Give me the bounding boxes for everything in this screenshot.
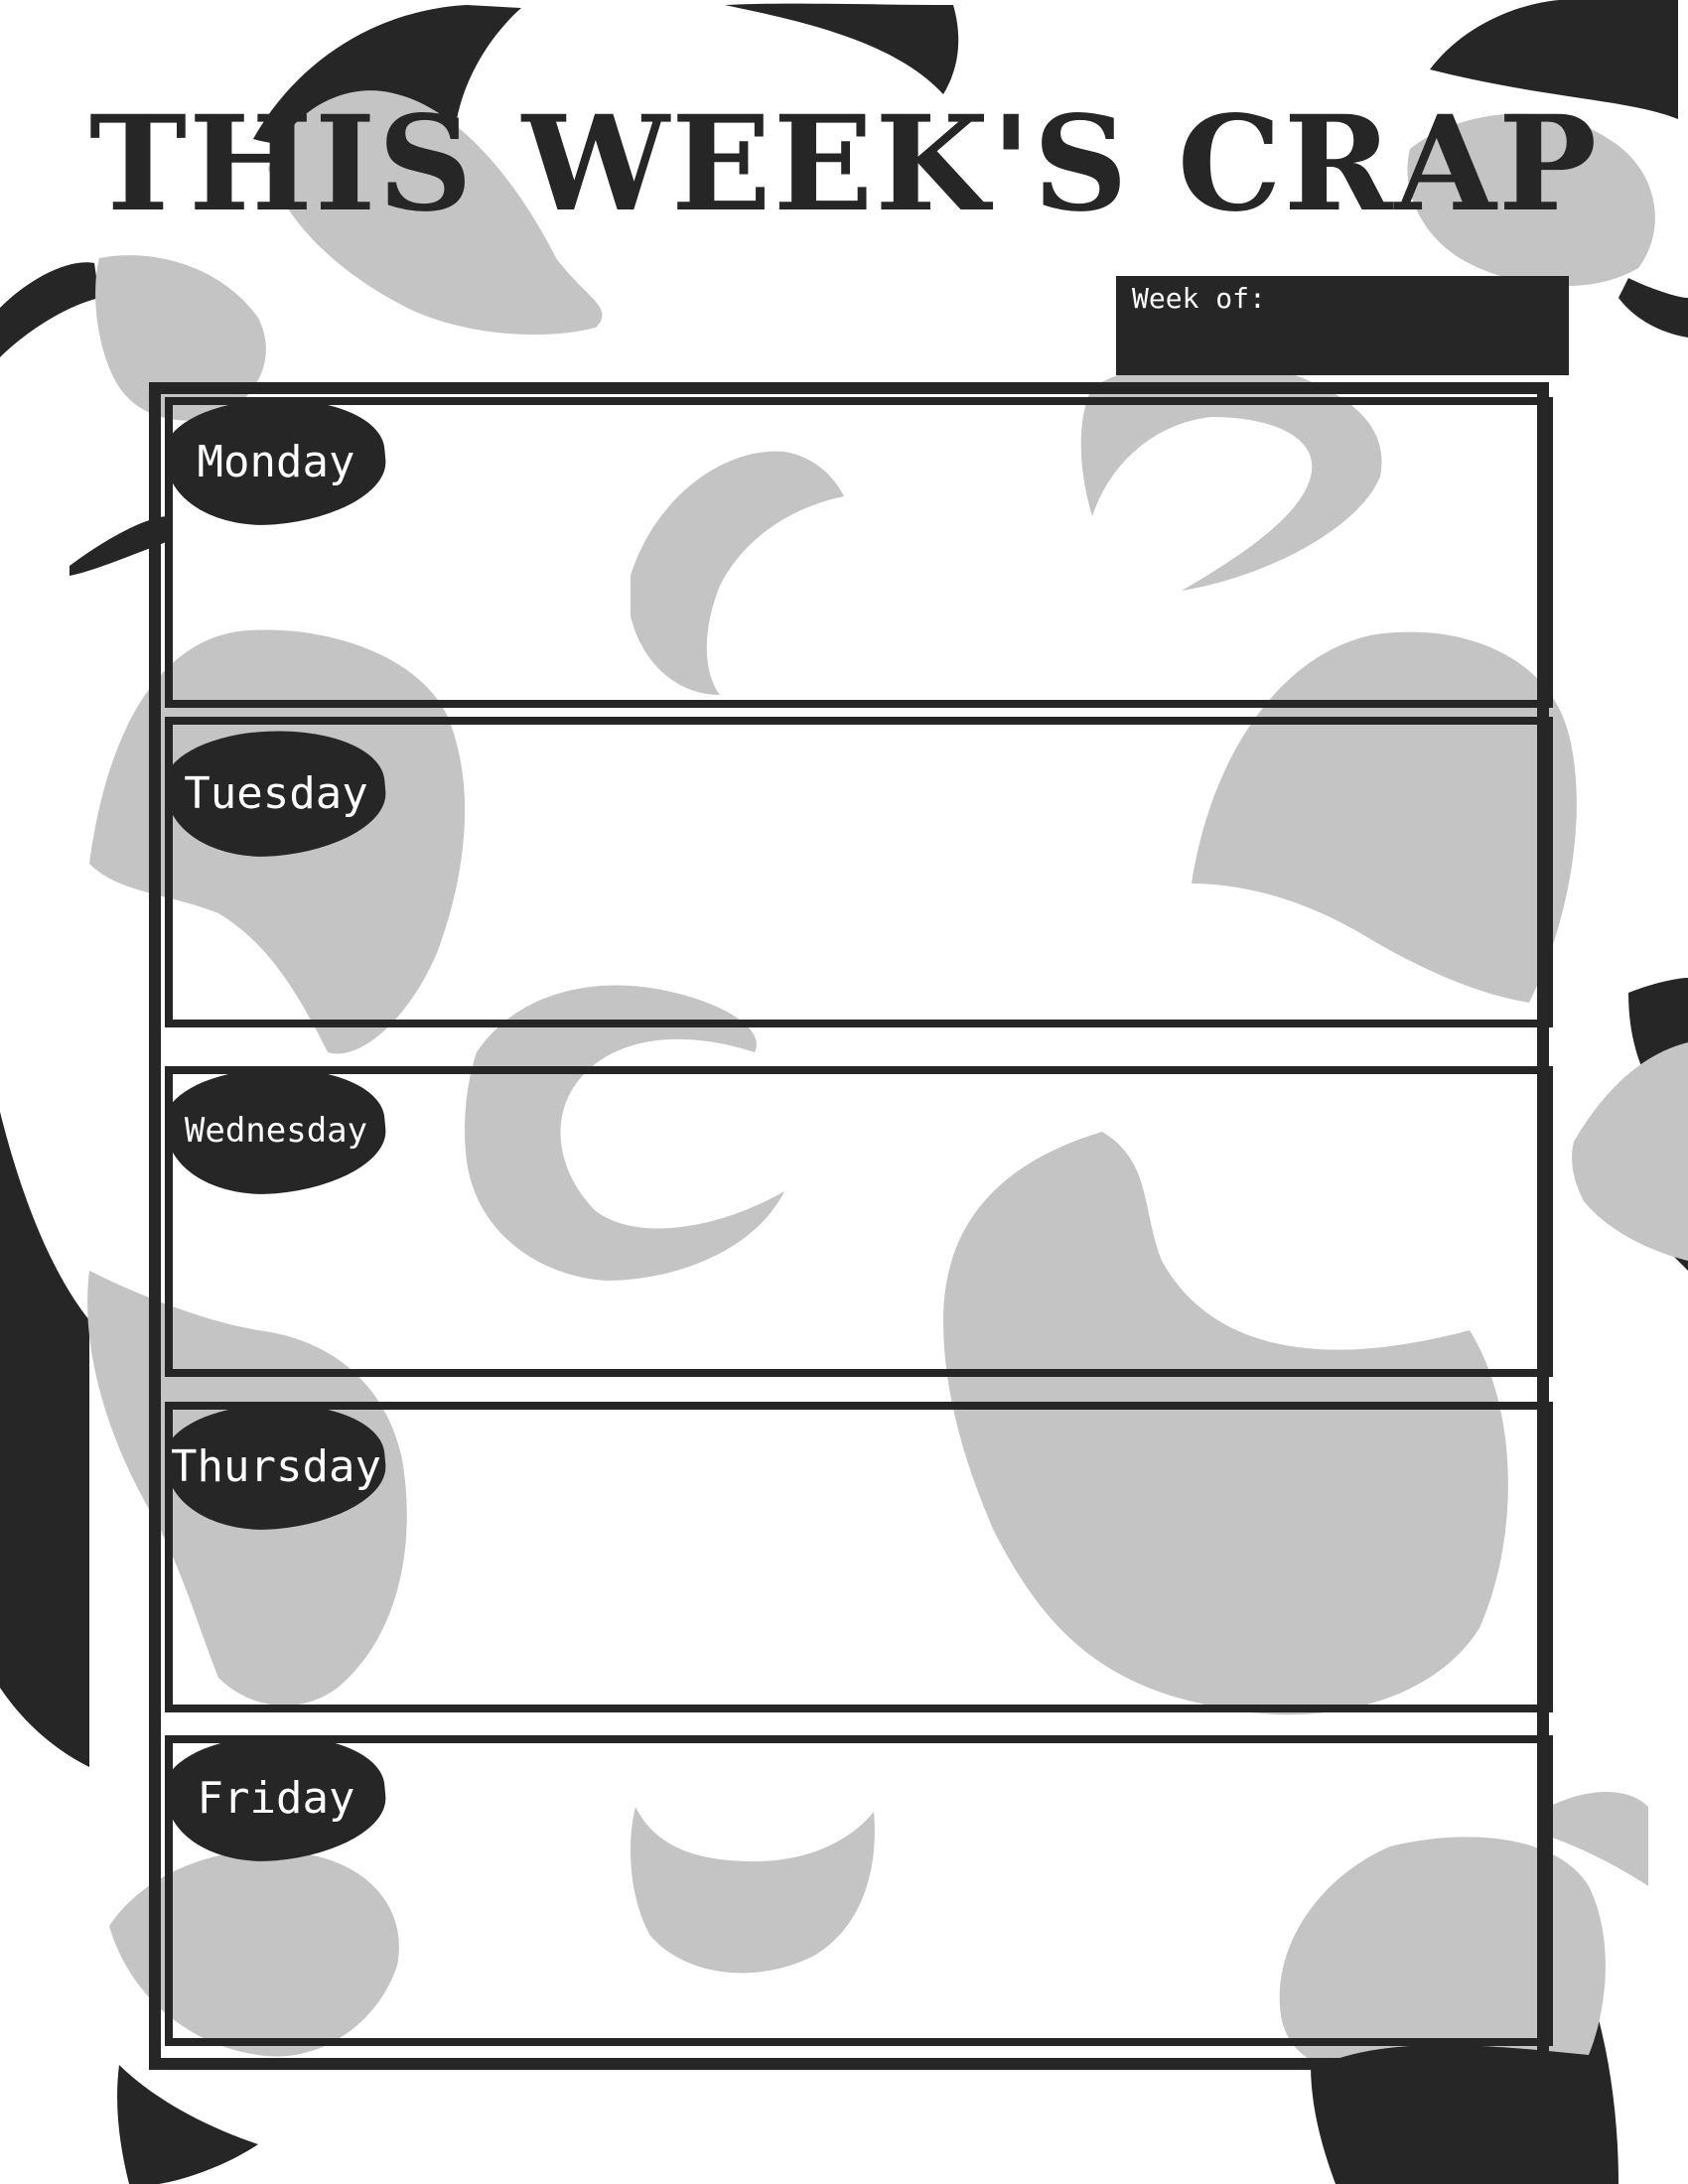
day-label-text: Monday [197, 436, 355, 487]
day-label-text: Friday [197, 1772, 355, 1824]
week-of-box[interactable]: Week of: [1116, 276, 1569, 375]
day-label-text: Wednesday [184, 1111, 368, 1151]
day-label-monday: Monday [161, 389, 391, 534]
day-label-text: Tuesday [184, 767, 368, 819]
day-label-thursday: Thursday [161, 1394, 391, 1539]
day-label-wednesday: Wednesday [161, 1058, 391, 1203]
day-label-friday: Friday [161, 1725, 391, 1870]
day-label-text: Thursday [171, 1440, 381, 1492]
page-title: THIS WEEK'S CRAP [88, 87, 1600, 241]
week-of-label: Week of: [1132, 282, 1266, 315]
day-label-tuesday: Tuesday [161, 721, 391, 866]
